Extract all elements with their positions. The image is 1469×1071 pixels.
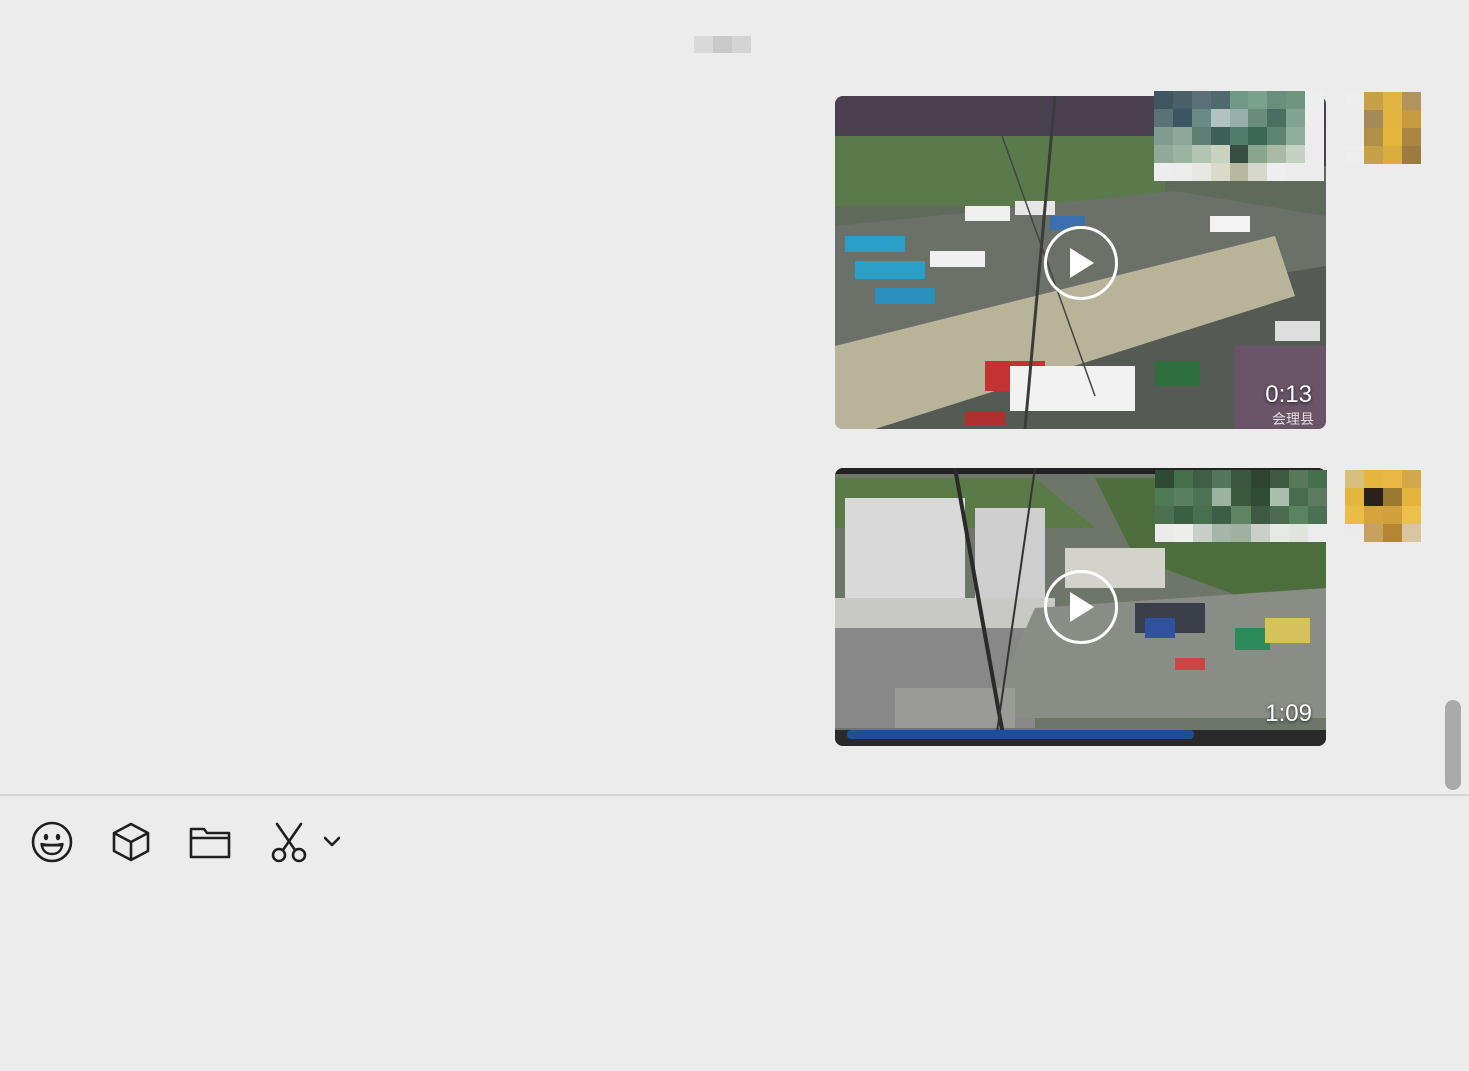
play-button[interactable] xyxy=(1043,225,1118,300)
cube-icon xyxy=(112,822,150,862)
sender-name-blurred xyxy=(1155,470,1327,542)
avatar[interactable] xyxy=(1345,92,1421,164)
scissors-icon xyxy=(271,822,307,863)
message-row: 会理县 0:13 xyxy=(0,90,1469,435)
message-row: 1:09 xyxy=(0,462,1469,752)
message-composer xyxy=(0,796,1469,1071)
sender-name-blurred xyxy=(1154,91,1324,181)
chevron-down-icon xyxy=(323,836,341,847)
play-button[interactable] xyxy=(1043,570,1118,644)
file-button[interactable] xyxy=(184,816,236,868)
screenshot-button[interactable] xyxy=(263,816,315,868)
video-duration: 0:13 xyxy=(1265,381,1312,408)
folder-icon xyxy=(189,827,231,859)
sticker-button[interactable] xyxy=(105,816,157,868)
composer-toolbar xyxy=(26,816,371,868)
avatar[interactable] xyxy=(1345,470,1421,542)
timestamp-blurred xyxy=(694,36,751,53)
chat-history: 会理县 0:13 1:09 xyxy=(0,0,1469,794)
video-duration: 1:09 xyxy=(1265,700,1312,727)
video-watermark: 会理县 xyxy=(1272,412,1314,428)
scrollbar-thumb[interactable] xyxy=(1445,700,1461,790)
screenshot-options-button[interactable] xyxy=(320,816,344,868)
emoji-button[interactable] xyxy=(26,816,78,868)
message-input[interactable] xyxy=(26,886,1440,1060)
play-icon xyxy=(1069,592,1094,622)
emoji-icon xyxy=(31,821,73,863)
play-icon xyxy=(1069,247,1094,278)
